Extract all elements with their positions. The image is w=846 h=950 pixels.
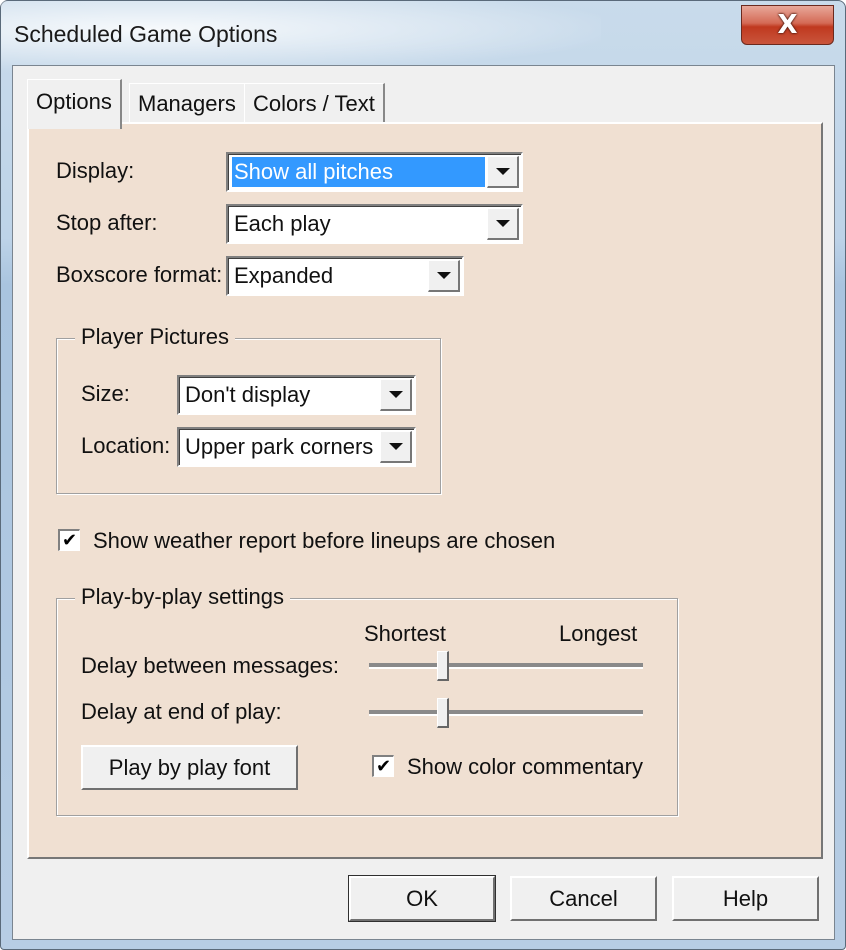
weather-report-checkbox[interactable]: ✔ [58,529,80,551]
slider-min-label: Shortest [364,621,446,646]
play-by-play-group: Play-by-play settings Shortest Longest D… [56,584,678,816]
player-pictures-legend: Player Pictures [75,324,235,350]
delay-end-play-slider[interactable] [369,698,643,728]
picture-location-select-value: Upper park corners [185,434,374,459]
play-by-play-font-button[interactable]: Play by play font [81,745,298,790]
display-select[interactable]: Show all pitches [226,152,523,192]
picture-location-dropdown-button[interactable] [380,431,412,463]
checkmark-icon: ✔ [375,755,392,777]
slider-max-label: Longest [559,621,638,646]
picture-size-label: Size: [81,381,130,406]
picture-size-select[interactable]: Don't display [177,375,416,415]
display-select-value: Show all pitches [232,157,485,187]
weather-report-label[interactable]: Show weather report before lineups are c… [93,528,555,554]
boxscore-format-dropdown-button[interactable] [428,260,460,292]
chevron-down-icon [495,168,510,175]
tab-colors-text[interactable]: Colors / Text [244,83,385,124]
tab-label: Managers [138,91,236,116]
display-label: Display: [56,158,135,183]
color-commentary-checkbox[interactable]: ✔ [372,755,394,777]
tab-label: Colors / Text [253,91,375,116]
checkmark-icon: ✔ [61,529,78,551]
dialog-client-area: Options Managers Colors / Text Display: … [12,65,835,940]
slider-track [369,710,643,716]
close-button[interactable]: X [741,5,834,45]
picture-location-select[interactable]: Upper park corners [177,427,416,467]
stop-after-label: Stop after: [56,210,158,235]
tab-label: Options [36,88,112,114]
stop-after-select[interactable]: Each play [226,204,523,244]
boxscore-format-select[interactable]: Expanded [226,256,464,296]
display-dropdown-button[interactable] [487,156,519,188]
play-by-play-legend: Play-by-play settings [75,584,290,610]
chevron-down-icon [388,443,403,450]
help-button[interactable]: Help [672,876,819,921]
tab-managers[interactable]: Managers [129,83,246,124]
stop-after-select-value: Each play [234,211,331,236]
ok-button[interactable]: OK [348,875,496,922]
slider-thumb[interactable] [436,698,449,728]
delay-messages-slider[interactable] [369,651,643,681]
player-pictures-group: Player Pictures Size: Don't display Loca… [56,324,441,494]
tab-options[interactable]: Options [27,79,122,129]
delay-messages-label: Delay between messages: [81,653,340,678]
dialog-window: Scheduled Game Options X Options Manager… [0,0,846,950]
boxscore-format-label: Boxscore format: [56,262,223,287]
picture-size-select-value: Don't display [185,382,311,407]
slider-track [369,663,643,669]
chevron-down-icon [436,272,451,279]
cancel-button[interactable]: Cancel [510,876,657,921]
picture-size-dropdown-button[interactable] [380,379,412,411]
picture-location-label: Location: [81,433,171,458]
chevron-down-icon [495,220,510,227]
options-tab-panel: Display: Show all pitches Stop after: Ea… [27,122,823,859]
color-commentary-label[interactable]: Show color commentary [407,754,643,780]
chevron-down-icon [388,391,403,398]
boxscore-format-select-value: Expanded [234,263,334,288]
delay-end-play-label: Delay at end of play: [81,699,282,724]
window-title: Scheduled Game Options [14,21,278,47]
stop-after-dropdown-button[interactable] [487,208,519,240]
close-icon: X [777,10,798,40]
slider-thumb[interactable] [436,651,449,681]
